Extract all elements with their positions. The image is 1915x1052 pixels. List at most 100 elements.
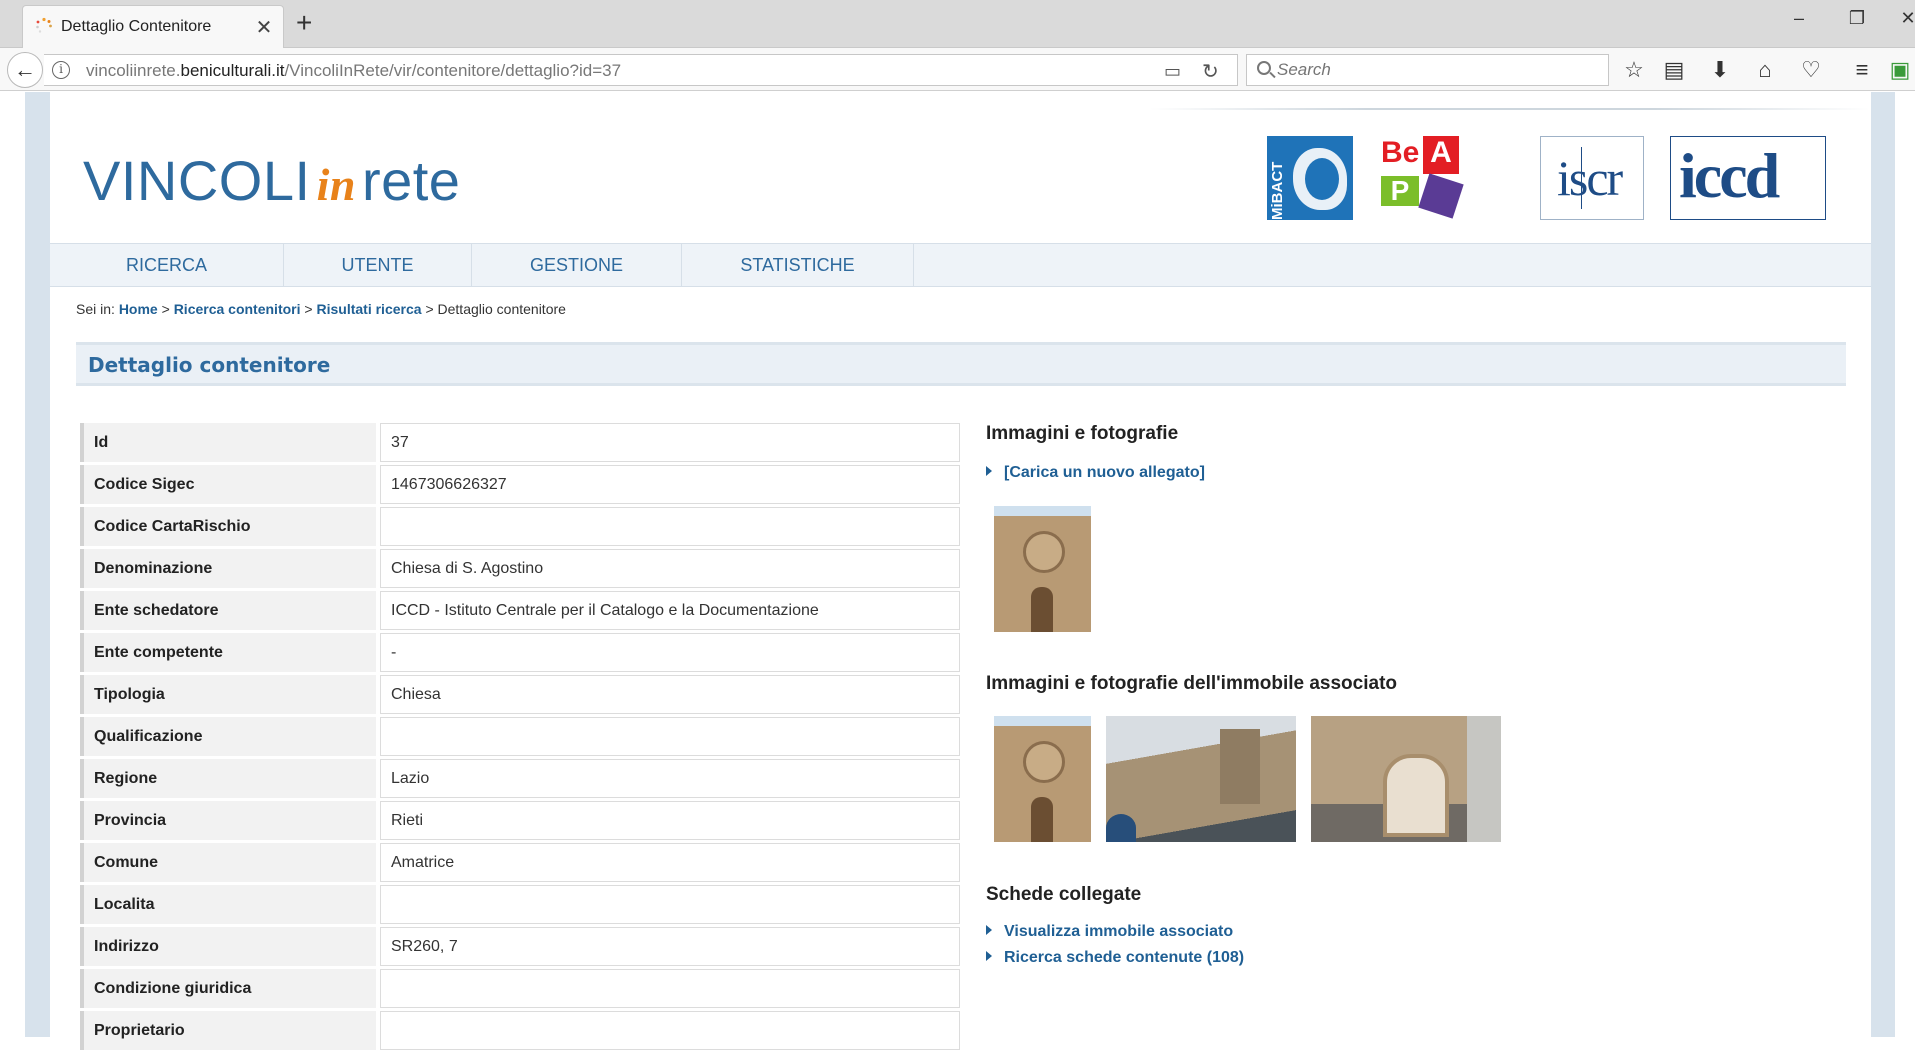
row-value: 1467306626327 [380, 465, 960, 504]
view-associated-building-link[interactable]: Visualizza immobile associato [986, 923, 1233, 941]
row-value: Amatrice [380, 843, 960, 882]
pocket-icon[interactable]: ♡ [1797, 57, 1825, 83]
table-row: Comune Amatrice [80, 843, 960, 884]
menu-statistiche[interactable]: STATISTICHE [682, 244, 914, 286]
search-contained-records-link[interactable]: Ricerca schede contenute (108) [986, 949, 1244, 967]
table-row: Proprietario [80, 1011, 960, 1052]
row-label: Provincia [80, 801, 376, 840]
images-section-title: Immagini e fotografie [986, 423, 1179, 444]
menu-hamburger-icon[interactable]: ≡ [1848, 57, 1876, 83]
row-value: Lazio [380, 759, 960, 798]
window-close-icon[interactable]: ✕ [1893, 8, 1915, 29]
page-side-right [1871, 92, 1895, 1037]
iscr-logo[interactable]: iscr [1540, 136, 1644, 220]
new-tab-icon[interactable]: + [296, 8, 312, 38]
reader-view-icon[interactable]: ▭ [1164, 61, 1181, 82]
minimize-icon[interactable]: – [1784, 8, 1814, 29]
row-value [380, 1011, 960, 1050]
menu-gestione[interactable]: GESTIONE [472, 244, 682, 286]
main-menu: RICERCA UTENTE GESTIONE STATISTICHE [50, 243, 1871, 287]
triangle-bullet-icon [986, 925, 992, 935]
table-row: Codice CartaRischio [80, 507, 960, 548]
page-title: Dettaglio contenitore [88, 353, 331, 377]
mibact-logo[interactable]: MiBACT [1267, 136, 1353, 220]
bookmarks-list-icon[interactable]: ▤ [1660, 57, 1688, 83]
breadcrumb: Sei in: Home > Ricerca contenitori > Ris… [76, 301, 566, 317]
row-value: Chiesa [380, 675, 960, 714]
row-label: Comune [80, 843, 376, 882]
table-row: Tipologia Chiesa [80, 675, 960, 716]
page-side-left [25, 92, 50, 1037]
table-row: Qualificazione [80, 717, 960, 758]
row-label: Codice CartaRischio [80, 507, 376, 546]
row-label: Id [80, 423, 376, 462]
tab-title: Dettaglio Contenitore [61, 18, 212, 35]
container-photo[interactable] [994, 506, 1091, 632]
row-label: Tipologia [80, 675, 376, 714]
row-label: Ente schedatore [80, 591, 376, 630]
table-row: Regione Lazio [80, 759, 960, 800]
address-bar[interactable]: i vincoliinrete.beniculturali.it/Vincoli… [44, 54, 1238, 86]
table-row: Provincia Rieti [80, 801, 960, 842]
back-arrow-icon[interactable]: ← [7, 52, 43, 88]
row-label: Codice Sigec [80, 465, 376, 504]
browser-tab-bar: Dettaglio Contenitore ✕ + – ❐ ✕ [0, 0, 1915, 48]
home-icon[interactable]: ⌂ [1751, 57, 1779, 83]
browser-nav-bar: ← i vincoliinrete.beniculturali.it/Vinco… [0, 48, 1915, 91]
row-value: SR260, 7 [380, 927, 960, 966]
row-label: Proprietario [80, 1011, 376, 1050]
menu-utente[interactable]: UTENTE [284, 244, 472, 286]
table-row: Id 37 [80, 423, 960, 464]
associated-photo-1[interactable] [994, 716, 1091, 842]
breadcrumb-home[interactable]: Home [119, 301, 158, 317]
header-decoration [1150, 108, 1870, 110]
row-value: - [380, 633, 960, 672]
row-value [380, 507, 960, 546]
row-label: Denominazione [80, 549, 376, 588]
row-label: Qualificazione [80, 717, 376, 756]
table-row: Codice Sigec 1467306626327 [80, 465, 960, 506]
associated-images-title: Immagini e fotografie dell'immobile asso… [986, 673, 1397, 694]
row-value: 37 [380, 423, 960, 462]
reload-icon[interactable]: ↻ [1202, 59, 1219, 84]
row-value: Chiesa di S. Agostino [380, 549, 960, 588]
info-icon[interactable]: i [52, 61, 70, 79]
loading-spinner-icon [36, 17, 52, 33]
triangle-bullet-icon [986, 466, 992, 476]
linked-records-title: Schede collegate [986, 884, 1142, 905]
restore-icon[interactable]: ❐ [1842, 8, 1872, 29]
tab-close-icon[interactable]: ✕ [253, 15, 275, 40]
row-value [380, 969, 960, 1008]
breadcrumb-current: Dettaglio contenitore [437, 301, 566, 317]
triangle-bullet-icon [986, 951, 992, 961]
row-label: Indirizzo [80, 927, 376, 966]
search-input[interactable] [1277, 59, 1597, 81]
bookmark-star-icon[interactable]: ☆ [1620, 57, 1648, 83]
site-logo[interactable]: VINCOLI in rete [83, 148, 460, 213]
breadcrumb-ricerca-contenitori[interactable]: Ricerca contenitori [174, 301, 301, 317]
row-value [380, 885, 960, 924]
table-row: Indirizzo SR260, 7 [80, 927, 960, 968]
table-row: Localita [80, 885, 960, 926]
menu-ricerca[interactable]: RICERCA [50, 244, 284, 286]
associated-photo-3[interactable] [1311, 716, 1501, 842]
page-content: VINCOLI in rete MiBACT Be A P iscr iccd RI… [50, 92, 1871, 1050]
title-band: Dettaglio contenitore [76, 342, 1846, 386]
row-value: ICCD - Istituto Centrale per il Catalogo… [380, 591, 960, 630]
upload-attachment-link[interactable]: [Carica un nuovo allegato] [986, 464, 1205, 482]
row-label: Condizione giuridica [80, 969, 376, 1008]
search-icon [1257, 61, 1271, 75]
iccd-logo[interactable]: iccd [1670, 136, 1826, 220]
breadcrumb-prefix: Sei in: [76, 301, 115, 317]
download-icon[interactable]: ⬇ [1706, 57, 1734, 83]
table-row: Denominazione Chiesa di S. Agostino [80, 549, 960, 590]
table-row: Condizione giuridica [80, 969, 960, 1010]
bap-logo[interactable]: Be A P [1377, 136, 1464, 220]
row-value [380, 717, 960, 756]
associated-photo-2[interactable] [1106, 716, 1296, 842]
breadcrumb-risultati-ricerca[interactable]: Risultati ricerca [316, 301, 421, 317]
search-bar[interactable] [1246, 54, 1609, 86]
browser-tab[interactable]: Dettaglio Contenitore ✕ [22, 5, 284, 48]
extension-icon[interactable]: ▣ [1886, 57, 1914, 83]
url-text[interactable]: vincoliinrete.beniculturali.it/VincoliIn… [86, 61, 621, 81]
